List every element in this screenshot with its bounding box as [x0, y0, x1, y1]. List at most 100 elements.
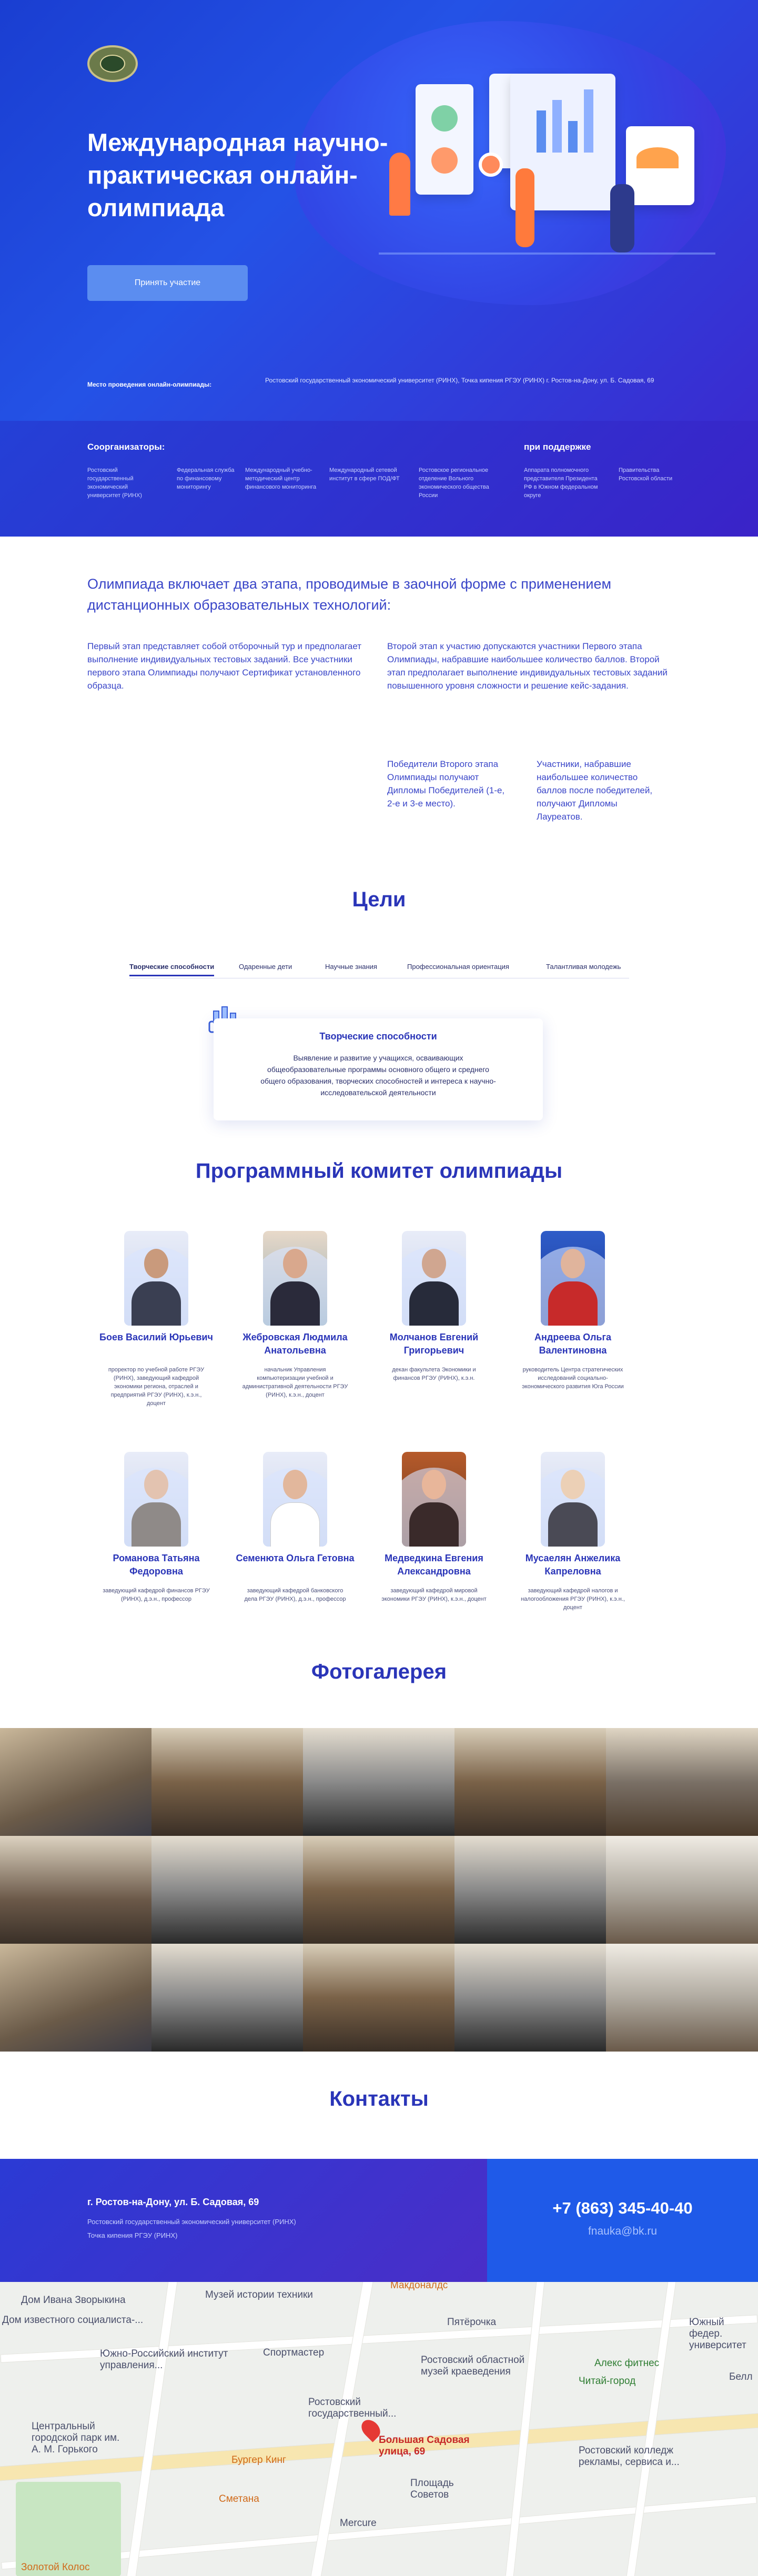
member-photo — [124, 1452, 188, 1547]
member-role: заведующий кафедрой налогов и налогообло… — [521, 1588, 625, 1611]
join-button[interactable]: Принять участие — [87, 265, 248, 301]
gallery-photo[interactable] — [454, 1944, 606, 2052]
map-label: Сметана — [219, 2493, 259, 2504]
contact-email[interactable]: fnauka@bk.ru — [487, 2225, 758, 2238]
map-label: Дом Ивана Зворыкина — [21, 2295, 126, 2306]
map-label: Центральный городской парк им. А. М. Гор… — [32, 2421, 120, 2455]
member-photo — [541, 1231, 605, 1326]
map-label: Алекс фитнес — [594, 2358, 660, 2369]
contact-point: Точка кипения РГЭУ (РИНХ) — [87, 2231, 178, 2239]
gallery-photo[interactable] — [0, 1836, 151, 1944]
gallery-photo[interactable] — [606, 1944, 758, 2052]
member-role: начальник Управления компьютеризации уче… — [242, 1367, 348, 1398]
member-photo — [541, 1452, 605, 1547]
map-label: Ростовский колледж рекламы, сервиса и... — [579, 2445, 680, 2468]
gallery-photo[interactable] — [0, 1944, 151, 2052]
venue-text: Ростовский государственный экономический… — [265, 377, 654, 384]
member-name: Мусаелян Анжелика Капреловна — [525, 1553, 621, 1577]
organizer-item: Ростовское региональное отделение Вольно… — [419, 467, 489, 499]
hero-title: Международная научно-практическая онлайн… — [87, 128, 388, 221]
venue-label: Место проведения онлайн-олимпиады: — [87, 381, 212, 388]
tab-career[interactable]: Профессиональная ориентация — [407, 963, 509, 975]
location-map[interactable]: Дом Ивана Зворыкина Музей истории техник… — [0, 2282, 758, 2576]
stage2-text: Второй этап к участию допускаются участн… — [387, 641, 668, 691]
intro-lead: Олимпиада включает два этапа, проводимые… — [87, 576, 612, 613]
member-photo — [124, 1231, 188, 1326]
goal-card-text: Выявление и развитие у учащихся, осваива… — [260, 1054, 496, 1097]
map-label: Mercure — [340, 2518, 377, 2529]
goal-card-title: Творческие способности — [319, 1031, 437, 1042]
tab-gifted[interactable]: Одаренные дети — [239, 963, 292, 975]
support-title: при поддержке — [524, 442, 591, 452]
member-name: Романова Татьяна Федоровна — [113, 1553, 200, 1577]
gallery-photo[interactable] — [303, 1836, 454, 1944]
organizer-item: Международный учебно-методический центр … — [245, 467, 317, 490]
map-label: Музей истории техники — [205, 2289, 313, 2300]
map-label: Дом известного социалиста-... — [2, 2315, 144, 2326]
gallery-photo[interactable] — [454, 1728, 606, 1836]
support-item: Аппарата полномочного представителя През… — [524, 467, 598, 499]
gallery-title: Фотогалерея — [311, 1660, 447, 1683]
gallery-photo[interactable] — [0, 1728, 151, 1836]
organizers-title: Соорганизаторы: — [87, 442, 165, 452]
hero-illustration — [379, 63, 715, 295]
member-name: Андреева Ольга Валентиновна — [534, 1332, 611, 1356]
member-name: Молчанов Евгений Григорьевич — [389, 1332, 479, 1356]
gallery-photo[interactable] — [606, 1728, 758, 1836]
member-role: проректор по учебной работе РГЭУ (РИНХ),… — [108, 1367, 205, 1407]
gallery-photo[interactable] — [303, 1728, 454, 1836]
member-role: заведующий кафедрой мировой экономики РГ… — [381, 1588, 487, 1602]
map-label: Южный федер. университет — [689, 2317, 746, 2351]
map-label: Белл — [729, 2371, 753, 2382]
contact-address: г. Ростов-на-Дону, ул. Б. Садовая, 69 — [87, 2197, 259, 2207]
member-photo — [402, 1231, 466, 1326]
gallery-photo[interactable] — [606, 1836, 758, 1944]
map-label: Ростовский областной музей краеведения — [421, 2355, 525, 2377]
organizers-section: Соорганизаторы: Ростовский государственн… — [0, 421, 758, 537]
map-label: Макдоналдс — [390, 2282, 448, 2291]
member-role: руководитель Центра стратегических иссле… — [522, 1367, 624, 1390]
member-photo — [263, 1231, 327, 1326]
organizer-item: Международный сетевой институт в сфере П… — [329, 467, 400, 482]
member-role: заведующий кафедрой финансов РГЭУ (РИНХ)… — [103, 1588, 210, 1602]
stage1-text: Первый этап представляет собой отборочны… — [87, 641, 362, 691]
gallery-photo[interactable] — [151, 1728, 303, 1836]
map-label: Большая Садовая улица, 69 — [379, 2434, 470, 2457]
photo-gallery — [0, 1728, 758, 2052]
member-role: заведующий кафедрой банковского дела РГЭ… — [244, 1588, 346, 1602]
tab-youth[interactable]: Талантливая молодежь — [546, 963, 621, 975]
gallery-photo[interactable] — [454, 1836, 606, 1944]
contacts-address-panel: г. Ростов-на-Дону, ул. Б. Садовая, 69 Ро… — [0, 2159, 487, 2282]
organizer-item: Федеральная служба по финансовому монито… — [177, 467, 235, 490]
map-label: Южно-Российский институт управления... — [100, 2348, 228, 2371]
laureates-text: Участники, набравшие наибольшее количест… — [537, 759, 653, 822]
map-label: Пятёрочка — [447, 2317, 497, 2328]
member-photo — [402, 1452, 466, 1547]
map-label: Ростовский государственный... — [308, 2397, 397, 2419]
member-name: Боев Василий Юрьевич — [99, 1332, 213, 1342]
member-name: Медведкина Евгения Александровна — [385, 1553, 483, 1577]
contacts-phone-panel: +7 (863) 345-40-40 fnauka@bk.ru — [487, 2159, 758, 2282]
goals-tabs: Творческие способности Одаренные дети На… — [129, 963, 629, 978]
winners-text: Победители Второго этапа Олимпиады получ… — [387, 759, 505, 809]
hero-section: Международная научно-практическая онлайн… — [0, 0, 758, 421]
gallery-photo[interactable] — [151, 1944, 303, 2052]
member-photo — [263, 1452, 327, 1547]
contacts-section: г. Ростов-на-Дону, ул. Б. Садовая, 69 Ро… — [0, 2159, 758, 2282]
goal-card: Творческие способности Выявление и разви… — [214, 1018, 543, 1120]
map-label: Золотой Колос — [21, 2562, 90, 2573]
contact-org: Ростовский государственный экономический… — [87, 2218, 296, 2226]
gallery-photo[interactable] — [151, 1836, 303, 1944]
organizer-item: Ростовский государственный экономический… — [87, 467, 142, 499]
member-role: декан факультета Экономики и финансов РГ… — [392, 1367, 476, 1381]
member-name: Семенюта Ольга Гетовна — [236, 1553, 355, 1563]
contact-phone[interactable]: +7 (863) 345-40-40 — [487, 2199, 758, 2218]
map-label: Бургер Кинг — [231, 2454, 286, 2466]
tab-creative[interactable]: Творческие способности — [129, 963, 215, 976]
goals-title: Цели — [352, 888, 406, 911]
map-label: Читай-город — [579, 2376, 636, 2387]
map-label: Спортмастер — [263, 2347, 325, 2358]
tab-science[interactable]: Научные знания — [325, 963, 377, 975]
university-logo[interactable] — [87, 45, 138, 82]
gallery-photo[interactable] — [303, 1944, 454, 2052]
